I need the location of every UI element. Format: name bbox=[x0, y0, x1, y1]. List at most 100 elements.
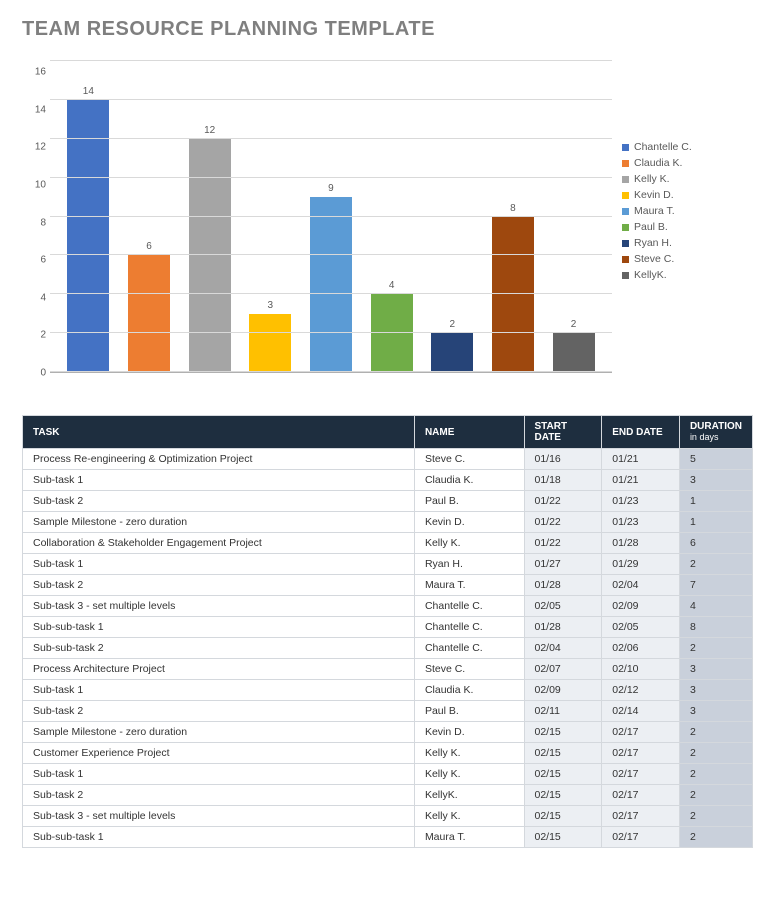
cell-end-date: 01/28 bbox=[602, 533, 680, 554]
cell-start-date: 02/11 bbox=[524, 701, 602, 722]
cell-duration: 3 bbox=[679, 701, 752, 722]
y-axis: 0246810121416 bbox=[22, 61, 50, 373]
cell-task: Customer Experience Project bbox=[23, 743, 415, 764]
cell-duration: 3 bbox=[679, 470, 752, 491]
table-row: Sub-task 2Paul B.01/2201/231 bbox=[23, 491, 753, 512]
cell-start-date: 02/15 bbox=[524, 785, 602, 806]
cell-end-date: 02/05 bbox=[602, 617, 680, 638]
y-tick-label: 4 bbox=[22, 292, 46, 303]
cell-duration: 2 bbox=[679, 722, 752, 743]
legend-item: Paul B. bbox=[622, 221, 692, 233]
cell-end-date: 01/29 bbox=[602, 554, 680, 575]
cell-name: Maura T. bbox=[414, 575, 524, 596]
cell-task: Sub-task 1 bbox=[23, 764, 415, 785]
y-tick-label: 16 bbox=[22, 67, 46, 78]
legend-marker bbox=[622, 160, 629, 167]
gridline bbox=[50, 60, 612, 61]
gridline bbox=[50, 138, 612, 139]
gridline bbox=[50, 254, 612, 255]
cell-end-date: 01/23 bbox=[602, 512, 680, 533]
bar: 8 bbox=[492, 217, 534, 373]
cell-duration: 4 bbox=[679, 596, 752, 617]
bar: 4 bbox=[371, 294, 413, 372]
chart-legend: Chantelle C.Claudia K.Kelly K.Kevin D.Ma… bbox=[622, 61, 692, 285]
cell-end-date: 02/17 bbox=[602, 827, 680, 848]
table-header-row: TASK NAME START DATE END DATE DURATION i… bbox=[23, 416, 753, 449]
header-end: END DATE bbox=[602, 416, 680, 449]
cell-start-date: 01/22 bbox=[524, 533, 602, 554]
bar-value-label: 2 bbox=[449, 319, 455, 330]
table-row: Sub-sub-task 1Maura T.02/1502/172 bbox=[23, 827, 753, 848]
legend-label: Kevin D. bbox=[634, 189, 674, 201]
cell-end-date: 02/17 bbox=[602, 722, 680, 743]
cell-name: Maura T. bbox=[414, 827, 524, 848]
table-row: Sub-task 3 - set multiple levelsChantell… bbox=[23, 596, 753, 617]
cell-name: Kelly K. bbox=[414, 533, 524, 554]
cell-start-date: 01/16 bbox=[524, 449, 602, 470]
legend-marker bbox=[622, 272, 629, 279]
cell-task: Collaboration & Stakeholder Engagement P… bbox=[23, 533, 415, 554]
bar: 9 bbox=[310, 197, 352, 372]
cell-name: Chantelle C. bbox=[414, 638, 524, 659]
cell-start-date: 01/28 bbox=[524, 575, 602, 596]
chart-container: 0246810121416 14612394282 Chantelle C.Cl… bbox=[22, 61, 753, 391]
legend-marker bbox=[622, 208, 629, 215]
cell-task: Sample Milestone - zero duration bbox=[23, 512, 415, 533]
cell-start-date: 02/15 bbox=[524, 764, 602, 785]
cell-name: Kelly K. bbox=[414, 764, 524, 785]
cell-start-date: 02/15 bbox=[524, 743, 602, 764]
cell-name: Kelly K. bbox=[414, 743, 524, 764]
cell-duration: 8 bbox=[679, 617, 752, 638]
legend-item: KellyK. bbox=[622, 269, 692, 281]
table-row: Sub-task 2Paul B.02/1102/143 bbox=[23, 701, 753, 722]
legend-marker bbox=[622, 224, 629, 231]
table-row: Collaboration & Stakeholder Engagement P… bbox=[23, 533, 753, 554]
bar-value-label: 9 bbox=[328, 183, 334, 194]
cell-duration: 3 bbox=[679, 680, 752, 701]
cell-end-date: 02/17 bbox=[602, 743, 680, 764]
header-duration-sub2: in days bbox=[690, 432, 719, 442]
cell-name: Chantelle C. bbox=[414, 596, 524, 617]
cell-task: Sample Milestone - zero duration bbox=[23, 722, 415, 743]
cell-end-date: 02/17 bbox=[602, 806, 680, 827]
cell-task: Sub-task 1 bbox=[23, 554, 415, 575]
gridline bbox=[50, 371, 612, 372]
legend-item: Maura T. bbox=[622, 205, 692, 217]
table-row: Sub-sub-task 2Chantelle C.02/0402/062 bbox=[23, 638, 753, 659]
cell-start-date: 01/22 bbox=[524, 491, 602, 512]
cell-name: Chantelle C. bbox=[414, 617, 524, 638]
legend-marker bbox=[622, 144, 629, 151]
cell-start-date: 02/15 bbox=[524, 806, 602, 827]
table-row: Customer Experience ProjectKelly K.02/15… bbox=[23, 743, 753, 764]
cell-name: Paul B. bbox=[414, 491, 524, 512]
bar: 3 bbox=[249, 314, 291, 372]
cell-task: Sub-task 1 bbox=[23, 680, 415, 701]
cell-task: Sub-task 2 bbox=[23, 491, 415, 512]
cell-name: KellyK. bbox=[414, 785, 524, 806]
cell-name: Steve C. bbox=[414, 449, 524, 470]
legend-label: Ryan H. bbox=[634, 237, 672, 249]
legend-marker bbox=[622, 176, 629, 183]
y-tick-label: 8 bbox=[22, 217, 46, 228]
cell-end-date: 02/10 bbox=[602, 659, 680, 680]
legend-label: Maura T. bbox=[634, 205, 675, 217]
header-start: START DATE bbox=[524, 416, 602, 449]
cell-name: Claudia K. bbox=[414, 680, 524, 701]
table-body: Process Re-engineering & Optimization Pr… bbox=[23, 449, 753, 848]
cell-duration: 3 bbox=[679, 659, 752, 680]
cell-start-date: 02/15 bbox=[524, 722, 602, 743]
cell-name: Kevin D. bbox=[414, 512, 524, 533]
table-row: Sub-task 3 - set multiple levelsKelly K.… bbox=[23, 806, 753, 827]
cell-task: Sub-task 1 bbox=[23, 470, 415, 491]
legend-item: Steve C. bbox=[622, 253, 692, 265]
cell-duration: 5 bbox=[679, 449, 752, 470]
table-row: Sample Milestone - zero durationKevin D.… bbox=[23, 512, 753, 533]
cell-duration: 7 bbox=[679, 575, 752, 596]
gridline bbox=[50, 293, 612, 294]
bar-value-label: 14 bbox=[83, 86, 94, 97]
table-row: Sub-task 1Kelly K.02/1502/172 bbox=[23, 764, 753, 785]
legend-item: Chantelle C. bbox=[622, 141, 692, 153]
y-tick-label: 2 bbox=[22, 330, 46, 341]
legend-marker bbox=[622, 256, 629, 263]
bar-value-label: 2 bbox=[571, 319, 577, 330]
